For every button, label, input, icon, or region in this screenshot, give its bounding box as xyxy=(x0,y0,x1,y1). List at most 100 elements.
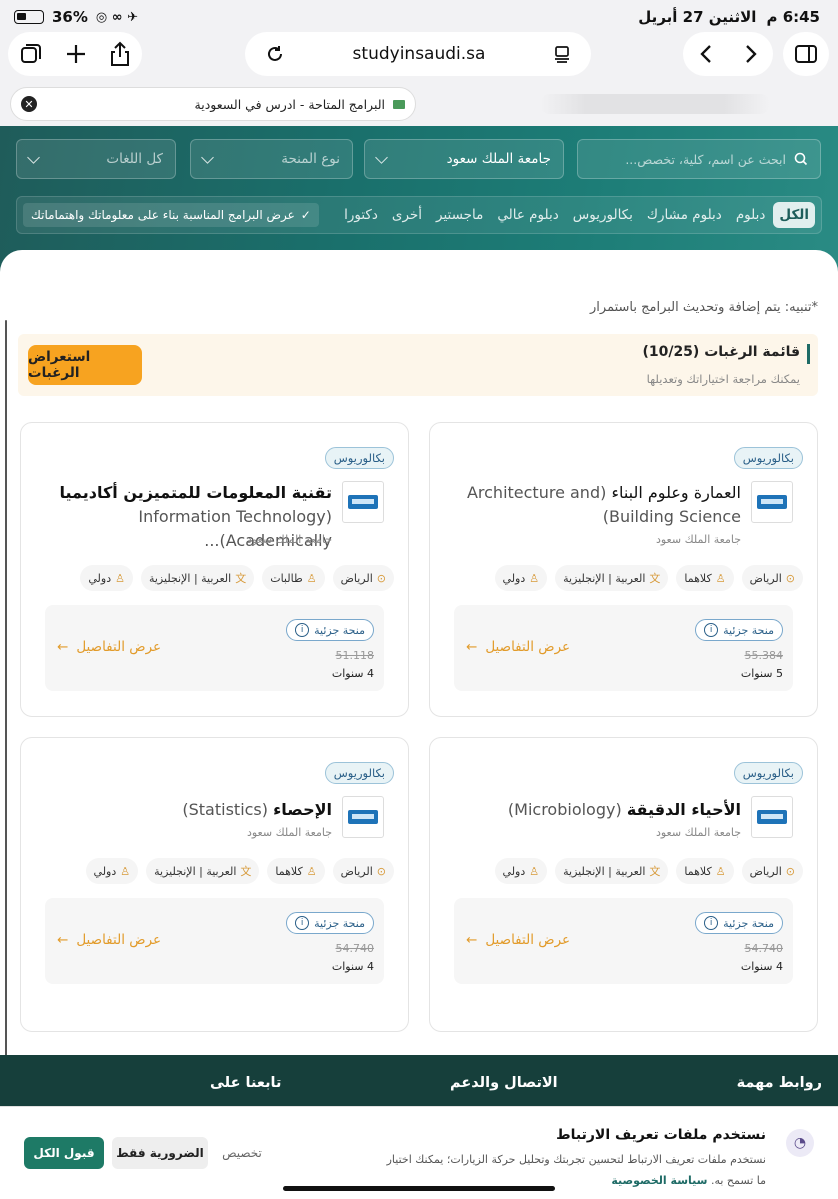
back-icon[interactable] xyxy=(699,43,713,65)
scholarship-badge: منحة جزئية i xyxy=(695,912,783,934)
info-icon[interactable]: i xyxy=(704,623,719,637)
location-icon: ⊙ xyxy=(785,864,795,878)
person-icon: ♙ xyxy=(529,571,540,585)
browser-tab[interactable]: ✕ البرامج المتاحة - ادرس في السعودية xyxy=(10,87,416,121)
tab-phd[interactable]: دكتورا xyxy=(338,202,384,228)
share-icon[interactable] xyxy=(109,41,131,67)
check-icon: ✓ xyxy=(300,208,311,222)
cookie-text: نستخدم ملفات تعريف الارتباط لتحسين تجربت… xyxy=(386,1153,766,1187)
view-details-link[interactable]: عرض التفاصيل ← xyxy=(57,932,161,948)
university-name: جامعة الملك سعود xyxy=(655,826,741,839)
status-time: 6:45 م xyxy=(766,8,820,26)
tab-diploma[interactable]: دبلوم xyxy=(730,202,772,228)
tab-other[interactable]: أخرى xyxy=(386,202,428,228)
duration: 4 سنوات xyxy=(740,960,783,973)
footer-links-heading: روابط مهمة xyxy=(736,1075,822,1091)
scholarship-box: منحة جزئية i 51.118 4 سنوات عرض التفاصيل ← xyxy=(45,605,384,691)
university-select[interactable]: جامعة الملك سعود xyxy=(364,139,564,179)
languages-label: كل اللغات xyxy=(106,151,163,167)
info-icon[interactable]: i xyxy=(295,916,310,930)
cookie-title: نستخدم ملفات تعريف الارتباط xyxy=(556,1127,766,1143)
programs-content: *تنبيه: يتم إضافة وتحديث البرامج باستمرا… xyxy=(0,250,838,1060)
translate-icon: 文 xyxy=(649,572,661,585)
duration: 4 سنوات xyxy=(331,960,374,973)
view-details-link[interactable]: عرض التفاصيل ← xyxy=(57,639,161,655)
program-card[interactable]: بكالوريوس العمارة وعلوم البناء (Architec… xyxy=(429,422,818,717)
favicon-icon xyxy=(393,99,405,109)
info-icon[interactable]: i xyxy=(295,623,310,637)
tabs-overview-icon[interactable] xyxy=(19,42,43,66)
scholarship-type-select[interactable]: نوع المنحة xyxy=(190,139,353,179)
type-chip: ♙ دولي xyxy=(80,565,133,591)
scholarship-box: منحة جزئية i 54.740 4 سنوات عرض التفاصيل ← xyxy=(45,898,384,984)
scholarship-type-label: نوع المنحة xyxy=(281,151,340,167)
footer-contact-heading: الاتصال والدعم xyxy=(450,1075,558,1091)
program-title[interactable]: العمارة وعلوم البناء (Architecture and B… xyxy=(441,481,741,529)
languages-select[interactable]: كل اللغات xyxy=(16,139,176,179)
university-logo xyxy=(342,481,384,523)
view-details-link[interactable]: عرض التفاصيل ← xyxy=(466,639,570,655)
program-meta: ⊙ الرياض ♙ كلاهما 文 العربية | الإنجليزية ♙ د… xyxy=(494,565,803,591)
match-checkbox[interactable]: ✓ عرض البرامج المناسبة بناء على معلوماتك… xyxy=(23,203,319,227)
university-name: جامعة الملك سعود xyxy=(246,533,332,546)
reader-mode-icon[interactable] xyxy=(553,45,571,63)
degree-badge: بكالوريوس xyxy=(733,447,803,469)
cookie-icon: ◔ xyxy=(786,1129,814,1157)
arrow-left-icon: ← xyxy=(57,639,69,655)
wishlist-title: قائمة الرغبات (10/25) xyxy=(642,344,800,360)
language-chip: 文 العربية | الإنجليزية xyxy=(140,565,255,591)
program-meta: ⊙ الرياض ♙ طالبات 文 العربية | الإنجليزية ♙ د… xyxy=(80,565,394,591)
address-bar[interactable]: studyinsaudi.sa xyxy=(245,32,591,76)
gender-chip: ♙ كلاهما xyxy=(267,858,325,884)
battery-icon xyxy=(14,10,44,24)
search-icon xyxy=(794,152,808,166)
program-card[interactable]: بكالوريوس الأحياء الدقيقة (Microbiology)… xyxy=(429,737,818,1032)
tab-higher-diploma[interactable]: دبلوم عالي xyxy=(491,202,564,228)
price: 51.118 xyxy=(335,649,375,662)
person-icon: ♙ xyxy=(715,571,726,585)
person-icon: ♙ xyxy=(306,864,317,878)
gender-chip: ♙ كلاهما xyxy=(676,858,734,884)
location-icon: ⊙ xyxy=(785,571,795,585)
accept-all-button[interactable]: قبول الكل xyxy=(24,1137,104,1169)
tab-bachelor[interactable]: بكالوريوس xyxy=(567,202,639,228)
program-title[interactable]: الإحصاء (Statistics) xyxy=(32,798,332,822)
program-card[interactable]: بكالوريوس تقنية المعلومات للمتميزين أكاد… xyxy=(20,422,409,717)
view-details-link[interactable]: عرض التفاصيل ← xyxy=(466,932,570,948)
scrollbar[interactable] xyxy=(5,320,7,1060)
tab-master[interactable]: ماجستير xyxy=(430,202,489,228)
translate-icon: 文 xyxy=(240,865,252,878)
gender-chip: ♙ كلاهما xyxy=(676,565,734,591)
sidebar-toggle[interactable] xyxy=(783,32,829,76)
scholarship-badge: منحة جزئية i xyxy=(286,912,374,934)
degree-badge: بكالوريوس xyxy=(324,762,394,784)
essential-only-button[interactable]: الضرورية فقط xyxy=(112,1137,208,1169)
nav-buttons xyxy=(683,32,773,76)
forward-icon[interactable] xyxy=(744,43,758,65)
university-logo xyxy=(751,796,793,838)
toolbar-left-group xyxy=(8,32,142,76)
price: 55.384 xyxy=(744,649,784,662)
chevron-down-icon xyxy=(27,150,40,164)
language-chip: 文 العربية | الإنجليزية xyxy=(555,565,669,591)
program-title[interactable]: الأحياء الدقيقة (Microbiology) xyxy=(441,798,741,822)
university-name: جامعة الملك سعود xyxy=(655,533,741,546)
view-wishlist-button[interactable]: استعراض الرغبات xyxy=(28,345,142,385)
status-bar: 36% ◎ ∞ ✈ 6:45 م الاثنين 27 أبريل xyxy=(0,0,838,34)
close-tab-icon[interactable]: ✕ xyxy=(21,96,37,112)
info-icon[interactable]: i xyxy=(704,916,719,930)
program-card[interactable]: بكالوريوس الإحصاء (Statistics) جامعة الم… xyxy=(20,737,409,1032)
reload-icon[interactable] xyxy=(265,44,285,64)
wishlist-subtitle: يمكنك مراجعة اختياراتك وتعديلها xyxy=(646,372,800,386)
privacy-policy-link[interactable]: سياسة الخصوصية xyxy=(611,1174,707,1187)
type-chip: ♙ دولي xyxy=(85,858,139,884)
new-tab-icon[interactable] xyxy=(65,43,87,65)
customize-button[interactable]: تخصيص xyxy=(214,1137,270,1169)
home-indicator[interactable] xyxy=(283,1186,555,1191)
search-input[interactable]: ابحث عن اسم، كلية، تخصص... xyxy=(577,139,821,179)
tab-all[interactable]: الكل xyxy=(773,202,815,228)
program-meta: ⊙ الرياض ♙ كلاهما 文 العربية | الإنجليزية ♙ د… xyxy=(494,858,803,884)
scholarship-box: منحة جزئية i 55.384 5 سنوات عرض التفاصيل ← xyxy=(454,605,793,691)
tab-associate[interactable]: دبلوم مشارك xyxy=(641,202,728,228)
wishlist-banner: قائمة الرغبات (10/25) يمكنك مراجعة اختيا… xyxy=(18,334,818,396)
